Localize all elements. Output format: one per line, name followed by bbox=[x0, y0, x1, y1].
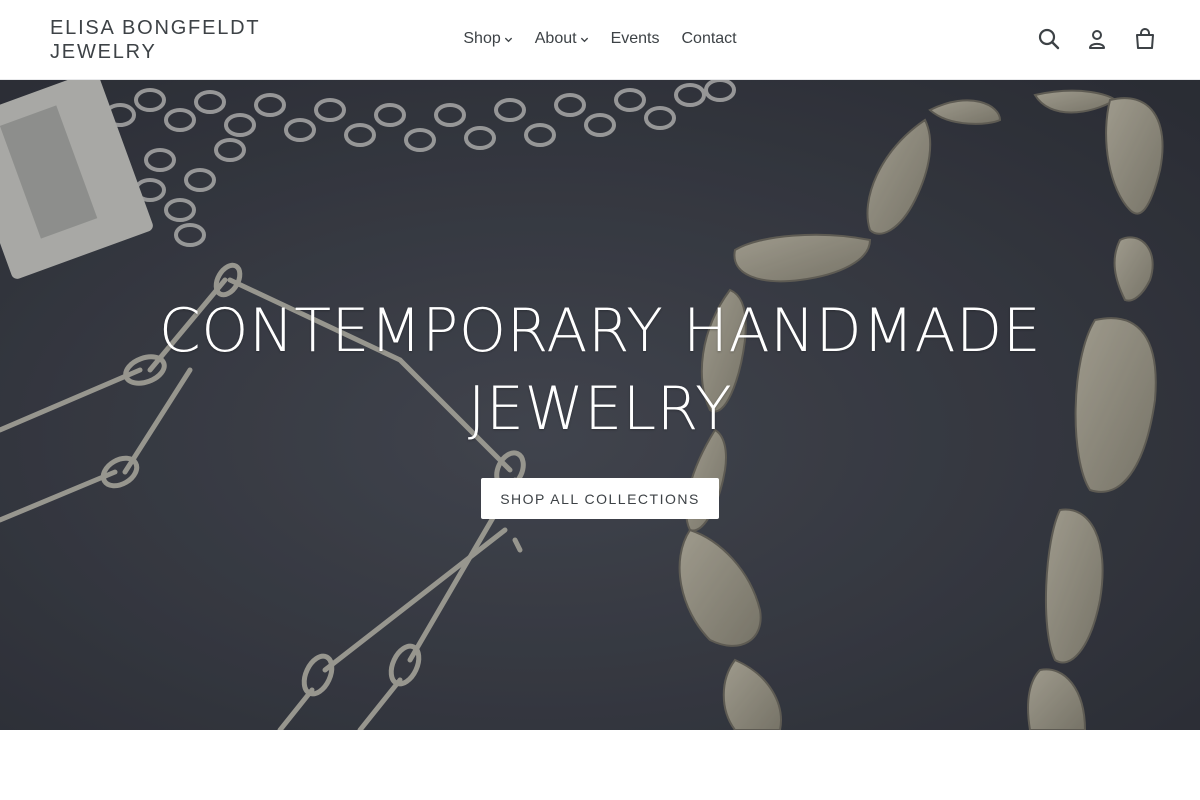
hero-title-line2: JEWELRY bbox=[467, 374, 733, 444]
nav-item-label: About bbox=[534, 30, 577, 47]
nav-item-label: Contact bbox=[681, 30, 737, 47]
nav-item-label: Events bbox=[610, 30, 660, 47]
chevron-down-icon bbox=[504, 35, 513, 44]
brand-name-line2: JEWELRY bbox=[50, 41, 157, 63]
nav-item-shop[interactable]: Shop bbox=[463, 28, 512, 50]
hero-banner: CONTEMPORARY HANDMADE JEWELRY SHOP ALL C… bbox=[0, 80, 1200, 730]
search-icon[interactable] bbox=[1034, 24, 1064, 54]
nav-item-events[interactable]: Events bbox=[611, 28, 660, 50]
brand-name-line1: ELISA BONGFELDT bbox=[50, 17, 261, 39]
hero-content: CONTEMPORARY HANDMADE JEWELRY SHOP ALL C… bbox=[0, 292, 1200, 519]
nav-item-contact[interactable]: Contact bbox=[681, 28, 736, 50]
nav-item-label: Shop bbox=[463, 30, 501, 47]
chevron-down-icon bbox=[580, 35, 589, 44]
account-icon[interactable] bbox=[1082, 24, 1112, 54]
site-header: ELISA BONGFELDT JEWELRY Shop About Event… bbox=[0, 0, 1200, 80]
header-icons bbox=[1034, 24, 1160, 54]
shop-all-collections-button[interactable]: SHOP ALL COLLECTIONS bbox=[481, 478, 719, 519]
hero-title-line1: CONTEMPORARY HANDMADE bbox=[158, 296, 1042, 366]
nav-item-about[interactable]: About bbox=[535, 28, 589, 50]
brand-logo[interactable]: ELISA BONGFELDT JEWELRY bbox=[50, 16, 290, 64]
hero-title: CONTEMPORARY HANDMADE JEWELRY bbox=[110, 292, 1090, 448]
cart-icon[interactable] bbox=[1130, 24, 1160, 54]
